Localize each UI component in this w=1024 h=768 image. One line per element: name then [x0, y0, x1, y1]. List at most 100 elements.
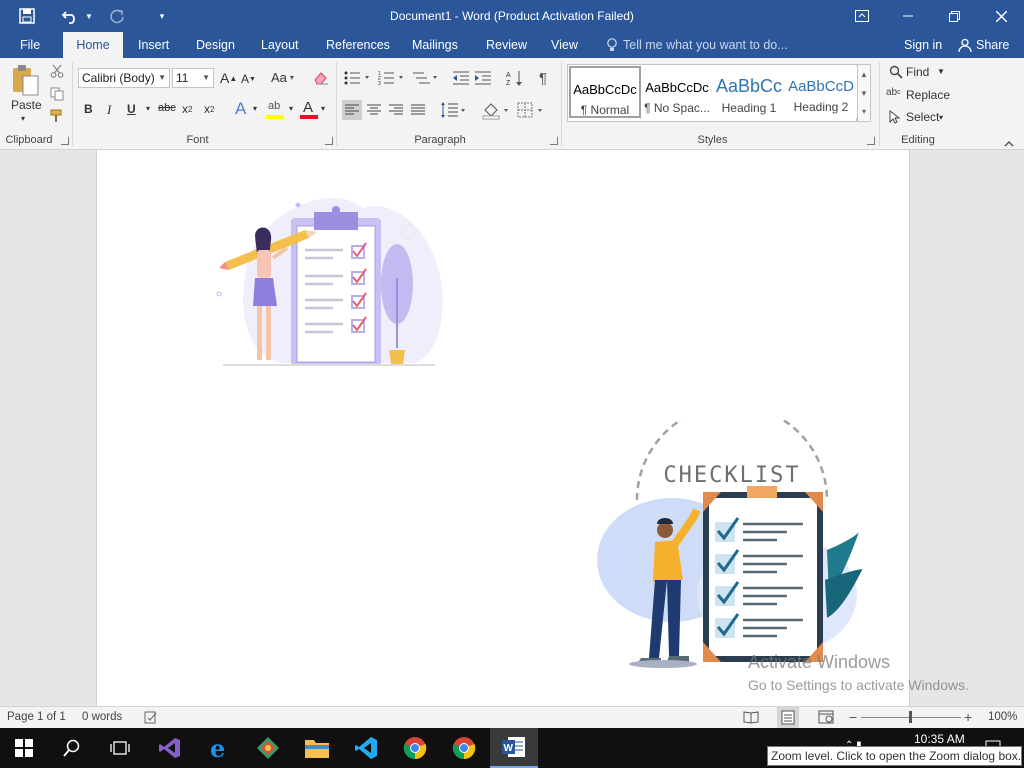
tab-view[interactable]: View [543, 32, 586, 58]
format-painter-icon[interactable] [50, 109, 64, 126]
tell-me-box[interactable]: Tell me what you want to do... [615, 32, 796, 58]
style-heading-1[interactable]: AaBbCc Heading 1 [713, 66, 785, 118]
paragraph-dialog-launcher[interactable] [550, 137, 558, 145]
git-app-icon[interactable] [244, 728, 292, 768]
chrome-icon[interactable] [391, 728, 439, 768]
start-button[interactable] [0, 728, 48, 768]
web-layout-icon[interactable] [818, 710, 834, 727]
text-effects-icon[interactable]: A [235, 99, 246, 119]
tab-design[interactable]: Design [188, 32, 243, 58]
document-page[interactable]: CHECKLIST [96, 150, 910, 706]
font-dialog-launcher[interactable] [325, 137, 333, 145]
font-size-box[interactable]: 11 ▼ [172, 68, 214, 88]
file-explorer-icon[interactable] [293, 728, 341, 768]
shrink-font-icon[interactable]: A ▼ [241, 72, 256, 86]
scroll-down-icon[interactable]: ▼ [858, 84, 870, 103]
tab-layout[interactable]: Layout [253, 32, 307, 58]
style-normal[interactable]: AaBbCcDc ¶ Normal [569, 66, 641, 118]
italic-button[interactable]: I [107, 102, 111, 118]
proofing-icon[interactable] [144, 710, 158, 727]
multilevel-list-icon[interactable] [412, 70, 438, 89]
borders-icon[interactable] [516, 100, 548, 123]
numbering-icon[interactable]: 123 [378, 70, 404, 89]
tab-home[interactable]: Home [63, 32, 123, 58]
replace-icon[interactable]: ab c [886, 87, 901, 98]
find-button[interactable]: Find [906, 65, 929, 79]
search-icon[interactable] [48, 728, 96, 768]
tab-insert[interactable]: Insert [130, 32, 177, 58]
select-cursor-icon[interactable] [889, 109, 901, 127]
word-count[interactable]: 0 words [82, 711, 122, 723]
strikethrough-button[interactable]: abc [158, 102, 176, 114]
tab-file[interactable]: File [12, 32, 48, 58]
sort-icon[interactable]: AZ [506, 69, 524, 90]
chevron-down-icon[interactable]: ▾ [939, 113, 943, 122]
underline-button[interactable]: U [127, 102, 136, 116]
font-color-icon[interactable]: A [300, 99, 318, 120]
chevron-down-icon[interactable]: ▼ [937, 67, 945, 76]
scroll-up-icon[interactable]: ▲ [858, 65, 870, 84]
align-center-icon[interactable] [364, 100, 384, 123]
cut-icon[interactable] [50, 64, 64, 81]
system-clock[interactable]: 10:35 AM [914, 732, 965, 746]
tab-mailings[interactable]: Mailings [404, 32, 466, 58]
find-icon[interactable] [889, 65, 903, 82]
font-name-box[interactable]: Calibri (Body) ▼ [78, 68, 170, 88]
styles-dialog-launcher[interactable] [867, 137, 875, 145]
bold-button[interactable]: B [84, 102, 93, 116]
chevron-down-icon[interactable]: ▾ [290, 73, 294, 82]
chevron-down-icon[interactable]: ▼ [158, 69, 166, 87]
chevron-down-icon[interactable]: ▾ [289, 104, 293, 113]
style-heading-2[interactable]: AaBbCcD Heading 2 [785, 66, 857, 118]
ribbon-display-options-icon[interactable] [839, 0, 885, 32]
underline-dropdown-icon[interactable]: ▾ [146, 104, 150, 113]
zoom-slider-thumb[interactable] [909, 711, 912, 723]
align-right-icon[interactable] [386, 100, 406, 123]
copy-icon[interactable] [50, 87, 64, 104]
justify-icon[interactable] [408, 100, 428, 123]
chevron-down-icon[interactable]: ▾ [253, 104, 257, 113]
clear-formatting-icon[interactable] [313, 70, 329, 89]
edge-browser-icon[interactable]: e [196, 728, 244, 768]
collapse-ribbon-icon[interactable] [1004, 136, 1014, 150]
chevron-down-icon[interactable]: ▼ [202, 69, 210, 87]
zoom-level[interactable]: 100% [988, 711, 1017, 723]
page-count[interactable]: Page 1 of 1 [7, 711, 66, 723]
minimize-button[interactable] [885, 0, 931, 32]
woman-checklist-illustration[interactable] [213, 188, 453, 388]
close-button[interactable] [978, 0, 1024, 32]
line-spacing-icon[interactable] [440, 100, 468, 123]
replace-button[interactable]: Replace [906, 88, 950, 102]
decrease-indent-icon[interactable] [452, 70, 470, 89]
zoom-out-icon[interactable]: − [849, 709, 857, 725]
zoom-in-icon[interactable]: + [964, 709, 972, 725]
man-checklist-illustration[interactable]: CHECKLIST [597, 420, 877, 675]
read-mode-icon[interactable] [743, 710, 759, 727]
chevron-down-icon[interactable]: ▾ [321, 104, 325, 113]
vscode-icon[interactable] [342, 728, 390, 768]
paste-button[interactable]: Paste [11, 98, 42, 112]
align-left-icon[interactable] [342, 100, 362, 120]
style-no-spacing[interactable]: AaBbCcDc ¶ No Spac... [641, 66, 713, 118]
grow-font-icon[interactable]: A ▲ [220, 70, 237, 86]
tab-review[interactable]: Review [478, 32, 535, 58]
superscript-button[interactable]: x2 [204, 102, 214, 116]
paste-icon[interactable] [10, 64, 40, 98]
print-layout-icon[interactable] [777, 707, 799, 728]
sign-in-link[interactable]: Sign in [896, 32, 950, 58]
chrome-icon-2[interactable] [440, 728, 488, 768]
clipboard-dialog-launcher[interactable] [61, 137, 69, 145]
task-view-icon[interactable] [96, 728, 144, 768]
restore-button[interactable] [931, 0, 977, 32]
increase-indent-icon[interactable] [474, 70, 492, 89]
show-formatting-marks-icon[interactable]: ¶ [539, 70, 547, 87]
share-button[interactable]: Share [968, 32, 1017, 58]
shading-icon[interactable] [482, 100, 512, 123]
more-styles-icon[interactable]: ▾ [858, 103, 870, 121]
tab-references[interactable]: References [318, 32, 398, 58]
word-taskbar-icon[interactable]: W [490, 728, 538, 768]
change-case-button[interactable]: Aa ▾ [271, 70, 294, 85]
select-button[interactable]: Select [906, 110, 939, 124]
subscript-button[interactable]: x2 [182, 102, 192, 116]
bullets-icon[interactable] [344, 70, 370, 89]
